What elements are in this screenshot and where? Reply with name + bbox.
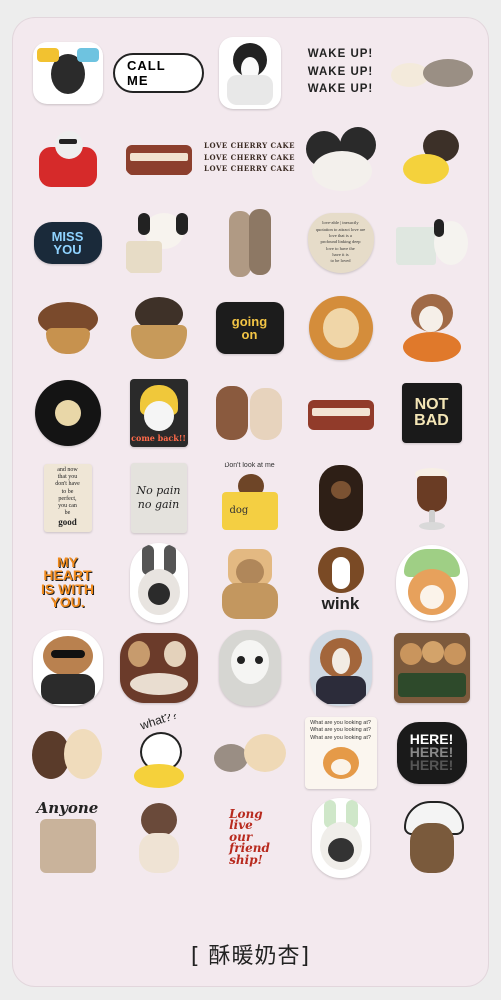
sticker-cherry-cake-2[interactable] bbox=[295, 370, 386, 455]
sticker-shiba-what-are-you[interactable]: What are you looking at? What are you lo… bbox=[295, 710, 386, 795]
sticker-beagle-sunglasses[interactable] bbox=[22, 625, 113, 710]
sticker-not-bad[interactable]: NOT BAD bbox=[386, 370, 477, 455]
sticker-kitten-puppy[interactable] bbox=[204, 710, 295, 795]
sticker-what-dog[interactable]: what?? bbox=[113, 710, 204, 795]
sticker-labrador-puppies[interactable] bbox=[22, 710, 113, 795]
sticker-bunny-cat[interactable] bbox=[113, 540, 204, 625]
sticker-yorkie-basket[interactable] bbox=[113, 285, 204, 370]
sticker-wake-up[interactable]: WAKE UP! WAKE UP! WAKE UP! bbox=[295, 30, 386, 115]
sticker-dogs-dinner[interactable] bbox=[113, 625, 204, 710]
sticker-siamese-kitten[interactable] bbox=[113, 795, 204, 880]
sticker-cat-green-hat[interactable] bbox=[386, 540, 477, 625]
sticker-miss-you[interactable]: MISS YOU bbox=[22, 200, 113, 285]
sticker-my-heart[interactable]: MY HEART IS WITH YOU. bbox=[22, 540, 113, 625]
sticker-long-live[interactable]: Long live our friend ship! bbox=[204, 795, 295, 880]
sticker-heart-text[interactable]: love-able | inexactly quotation to attra… bbox=[295, 200, 386, 285]
sticker-teddy-bears[interactable] bbox=[386, 625, 477, 710]
sticker-wink[interactable]: wink bbox=[295, 540, 386, 625]
sticker-call-me[interactable]: CALL ME bbox=[113, 30, 204, 115]
sticker-vinyl-record[interactable] bbox=[22, 370, 113, 455]
sticker-anyone[interactable]: Anyone bbox=[22, 795, 113, 880]
sticker-puppy-basket[interactable] bbox=[22, 285, 113, 370]
sticker-come-back[interactable]: come back!! bbox=[113, 370, 204, 455]
sticker-sleeping-pets[interactable] bbox=[386, 30, 477, 115]
sticker-papillon-puppies[interactable] bbox=[295, 115, 386, 200]
sheet-caption: [ 酥暖奶杏] bbox=[190, 944, 311, 969]
sticker-dog-in-box[interactable]: Don't look at me dog bbox=[204, 455, 295, 540]
sticker-here[interactable]: HERE! HERE! HERE! bbox=[386, 710, 477, 795]
sticker-border-collie[interactable] bbox=[204, 30, 295, 115]
sticker-quote-card[interactable]: and now that you don't have to be perfec… bbox=[22, 455, 113, 540]
sticker-dachshund-puppy[interactable] bbox=[295, 455, 386, 540]
sticker-puppy-pumpkin[interactable] bbox=[386, 285, 477, 370]
sticker-dog-armchair[interactable] bbox=[22, 115, 113, 200]
sticker-puppy-lemon[interactable] bbox=[386, 115, 477, 200]
sticker-dalmatian[interactable] bbox=[204, 625, 295, 710]
sticker-no-pain[interactable]: No pain no gain bbox=[113, 455, 204, 540]
sticker-grid: CALL ME WAKE UP! WAKE UP! WAKE UP! LOVE … bbox=[22, 30, 477, 880]
sticker-going-on[interactable]: going on bbox=[204, 285, 295, 370]
sticker-beagle-suit[interactable] bbox=[295, 625, 386, 710]
sticker-love-cherry-cake[interactable]: LOVE CHERRY CAKE LOVE CHERRY CAKE LOVE C… bbox=[204, 115, 295, 200]
sticker-cherry-cake[interactable] bbox=[113, 115, 204, 200]
sticker-cat-bow[interactable] bbox=[22, 30, 113, 115]
sticker-yorkie-cow-hat[interactable] bbox=[386, 795, 477, 880]
sticker-plush-dog-book[interactable] bbox=[113, 200, 204, 285]
sticker-chocolate-drink[interactable] bbox=[386, 455, 477, 540]
sticker-chihuahua-pair[interactable] bbox=[204, 370, 295, 455]
sticker-lion-donut-dog[interactable] bbox=[295, 285, 386, 370]
sticker-book-plush-dog[interactable] bbox=[386, 200, 477, 285]
sticker-two-kittens[interactable] bbox=[204, 200, 295, 285]
sticker-toast-dog[interactable] bbox=[204, 540, 295, 625]
sticker-bunny-hat-cat[interactable] bbox=[295, 795, 386, 880]
